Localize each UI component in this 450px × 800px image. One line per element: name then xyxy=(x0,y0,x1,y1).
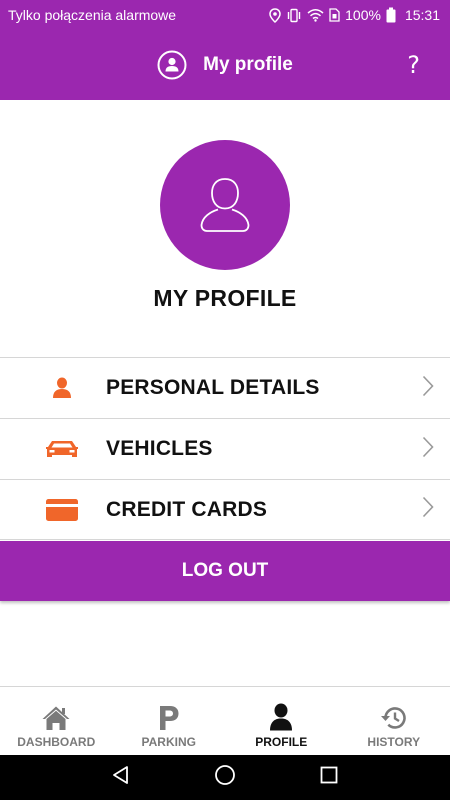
person-icon xyxy=(269,703,293,731)
nav-item-dashboard[interactable]: DASHBOARD xyxy=(0,687,113,755)
app-bar: My profile ? xyxy=(0,30,450,100)
status-icons: 100% 15:31 xyxy=(269,7,440,23)
profile-heading: MY PROFILE xyxy=(153,285,297,311)
nav-label: DASHBOARD xyxy=(17,735,96,749)
profile-menu: PERSONAL DETAILS VEHICLES CREDIT CARDS xyxy=(0,357,450,540)
help-button[interactable]: ? xyxy=(407,50,420,80)
person-icon xyxy=(44,370,80,406)
chevron-right-icon xyxy=(422,436,434,463)
home-icon xyxy=(41,703,71,731)
logout-button[interactable]: LOG OUT xyxy=(0,541,450,601)
menu-item-label: PERSONAL DETAILS xyxy=(106,376,320,399)
nav-item-parking[interactable]: PARKING xyxy=(113,687,226,755)
bottom-nav: DASHBOARD PARKING PROFILE HISTORY xyxy=(0,686,450,755)
menu-item-personal-details[interactable]: PERSONAL DETAILS xyxy=(0,357,450,418)
wifi-icon xyxy=(307,9,324,22)
location-icon xyxy=(269,7,281,23)
user-outline-icon xyxy=(200,178,250,232)
vibrate-icon xyxy=(287,8,301,22)
battery-icon xyxy=(386,7,396,23)
menu-item-label: VEHICLES xyxy=(106,437,213,460)
battery-percent: 100% xyxy=(345,7,381,23)
status-bar: Tylko połączenia alarmowe 100% 15:31 xyxy=(0,0,450,30)
clock-time: 15:31 xyxy=(404,7,440,23)
sim-icon xyxy=(329,8,340,22)
back-icon[interactable] xyxy=(111,765,131,790)
menu-item-label: CREDIT CARDS xyxy=(106,497,268,521)
credit-card-icon xyxy=(44,492,80,528)
app-title-group: My profile xyxy=(0,30,450,100)
nav-label: HISTORY xyxy=(367,735,421,749)
chevron-right-icon xyxy=(422,496,434,523)
nav-label: PARKING xyxy=(141,735,196,749)
system-nav-bar xyxy=(0,755,450,800)
nav-item-profile[interactable]: PROFILE xyxy=(225,687,338,755)
nav-item-history[interactable]: HISTORY xyxy=(338,687,450,755)
parking-icon xyxy=(158,703,180,731)
menu-item-vehicles[interactable]: VEHICLES xyxy=(0,418,450,479)
nav-label: PROFILE xyxy=(255,735,308,749)
profile-circle-icon xyxy=(157,50,187,80)
history-icon xyxy=(380,703,408,731)
home-circle-icon[interactable] xyxy=(214,764,236,791)
page-title: My profile xyxy=(203,54,293,75)
recents-icon[interactable] xyxy=(319,765,339,790)
chevron-right-icon xyxy=(422,375,434,402)
menu-item-credit-cards[interactable]: CREDIT CARDS xyxy=(0,479,450,540)
carrier-text: Tylko połączenia alarmowe xyxy=(8,7,177,23)
avatar[interactable] xyxy=(160,140,290,270)
car-icon xyxy=(44,431,80,467)
